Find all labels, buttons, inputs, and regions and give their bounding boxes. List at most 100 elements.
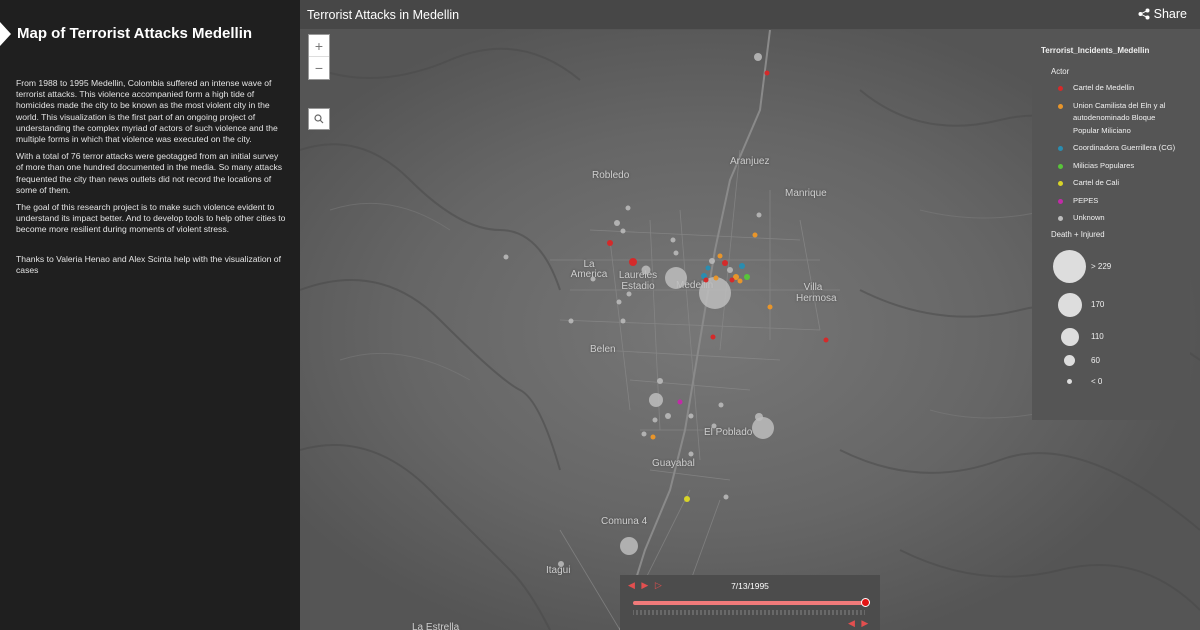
incident-marker[interactable] <box>718 402 724 408</box>
step-controls[interactable]: ◀ ▶ <box>848 618 870 629</box>
time-slider-handle[interactable] <box>861 598 870 607</box>
legend-actor-item: Union Camilista del Eln y al autodenomin… <box>1058 100 1181 138</box>
legend-size-item: < 0 <box>1067 377 1102 386</box>
legend-size-label: > 229 <box>1091 261 1112 271</box>
incident-marker[interactable] <box>756 212 762 218</box>
legend-actor-label: Unknown <box>1073 213 1105 222</box>
legend-swatch <box>1058 103 1063 109</box>
time-slider-ticks <box>633 610 865 615</box>
legend-actor-item: Coordinadora Guerrillera (CG) <box>1058 142 1181 155</box>
legend-size-label: 170 <box>1091 299 1105 309</box>
incident-marker[interactable] <box>620 228 626 234</box>
header-notch <box>0 22 11 46</box>
legend-swatch <box>1058 163 1063 169</box>
sidebar-header: Map of Terrorist Attacks Medellin <box>0 14 300 54</box>
search-button[interactable] <box>308 108 330 130</box>
description-paragraph: The goal of this research project is to … <box>16 202 286 235</box>
incident-marker[interactable] <box>710 334 716 340</box>
legend-actor-item: Cartel de Cali <box>1058 177 1181 190</box>
incident-marker[interactable] <box>665 267 687 289</box>
incident-marker[interactable] <box>717 253 723 259</box>
current-date: 7/13/1995 <box>731 581 769 591</box>
incident-marker[interactable] <box>688 451 694 457</box>
incident-marker[interactable] <box>620 318 626 324</box>
legend-layer-title: Terrorist_Incidents_Medellin <box>1041 46 1150 55</box>
legend-actor-label: Cartel de Medellin <box>1073 83 1135 92</box>
legend-size-label: 110 <box>1091 331 1104 341</box>
incident-marker[interactable] <box>649 393 663 407</box>
legend-size-label: < 0 <box>1091 376 1103 386</box>
incident-marker[interactable] <box>711 423 717 429</box>
incident-marker[interactable] <box>503 254 509 260</box>
incident-marker[interactable] <box>703 277 709 283</box>
incident-marker[interactable] <box>709 258 715 264</box>
incident-marker[interactable] <box>625 205 631 211</box>
incident-marker[interactable] <box>614 220 620 226</box>
incident-marker[interactable] <box>739 263 745 269</box>
incident-marker[interactable] <box>652 417 658 423</box>
incident-marker[interactable] <box>684 496 690 502</box>
incident-marker[interactable] <box>729 277 735 283</box>
incident-marker[interactable] <box>752 232 758 238</box>
legend-size-item: 110 <box>1061 327 1104 346</box>
legend-swatch <box>1058 216 1063 221</box>
legend-actor-heading: Actor <box>1051 67 1070 76</box>
sidebar: Map of Terrorist Attacks Medellin From 1… <box>0 0 300 630</box>
incident-marker[interactable] <box>626 291 632 297</box>
share-button[interactable]: Share <box>1138 7 1187 21</box>
incident-marker[interactable] <box>727 267 733 273</box>
incident-marker[interactable] <box>688 413 694 419</box>
page-title: Map of Terrorist Attacks Medellin <box>17 25 253 42</box>
incident-marker[interactable] <box>823 337 829 343</box>
legend-actor-item: Milicias Populares <box>1058 160 1181 173</box>
incident-marker[interactable] <box>764 70 770 76</box>
incident-marker[interactable] <box>699 277 731 309</box>
legend-swatch <box>1058 86 1063 91</box>
zoom-out-button[interactable]: − <box>309 57 329 79</box>
incident-marker[interactable] <box>713 275 719 281</box>
legend-actor-label: Cartel de Cali <box>1073 178 1120 187</box>
incident-marker[interactable] <box>657 378 663 384</box>
description-paragraph: From 1988 to 1995 Medellin, Colombia suf… <box>16 78 278 145</box>
incident-marker[interactable] <box>558 561 564 567</box>
incident-marker[interactable] <box>616 299 622 305</box>
incident-marker[interactable] <box>590 276 596 282</box>
incident-marker[interactable] <box>737 278 743 284</box>
map-title: Terrorist Attacks in Medellin <box>307 8 460 22</box>
incident-marker[interactable] <box>665 413 671 419</box>
incident-marker[interactable] <box>754 53 762 61</box>
incident-marker[interactable] <box>677 399 683 405</box>
incident-marker[interactable] <box>607 240 613 246</box>
incident-marker[interactable] <box>723 494 729 500</box>
legend-size-label: 60 <box>1091 355 1100 365</box>
incident-marker[interactable] <box>670 237 676 243</box>
legend-size-item: > 229 <box>1053 249 1111 283</box>
legend-actor-label: Milicias Populares <box>1073 160 1135 170</box>
incident-marker[interactable] <box>705 265 711 271</box>
incident-marker[interactable] <box>641 431 647 437</box>
zoom-in-button[interactable]: + <box>309 35 329 57</box>
acknowledgement: Thanks to Valeria Henao and Alex Scinta … <box>16 253 281 275</box>
legend-swatch <box>1058 198 1063 204</box>
legend-actor-item: Unknown <box>1058 212 1181 225</box>
map-view[interactable]: Robledo Aranjuez Manrique La America Lau… <box>300 30 1200 630</box>
legend-actor-item: Cartel de Medellin <box>1058 82 1181 95</box>
incident-marker[interactable] <box>568 318 574 324</box>
legend-actor-label: Union Camilista del Eln y al autodenomin… <box>1073 100 1166 135</box>
legend-size-item: 170 <box>1058 292 1104 317</box>
incident-marker[interactable] <box>620 537 638 555</box>
incident-marker[interactable] <box>650 434 656 440</box>
legend-size-list: > 229 170 110 60 < 0 <box>1041 245 1181 395</box>
incident-marker[interactable] <box>767 304 773 310</box>
time-slider-track[interactable] <box>633 601 865 605</box>
incident-marker[interactable] <box>629 258 637 266</box>
zoom-control: + − <box>308 34 330 80</box>
incident-marker[interactable] <box>722 260 728 266</box>
incident-marker[interactable] <box>673 250 679 256</box>
time-slider-panel: ◀ ▶ ▷ 7/13/1995 ◀ ▶ <box>620 575 880 630</box>
incident-marker[interactable] <box>744 274 750 280</box>
share-label: Share <box>1153 7 1187 21</box>
legend-actor-label: PEPES <box>1073 195 1099 205</box>
incident-marker[interactable] <box>641 265 651 275</box>
incident-marker[interactable] <box>752 417 774 439</box>
